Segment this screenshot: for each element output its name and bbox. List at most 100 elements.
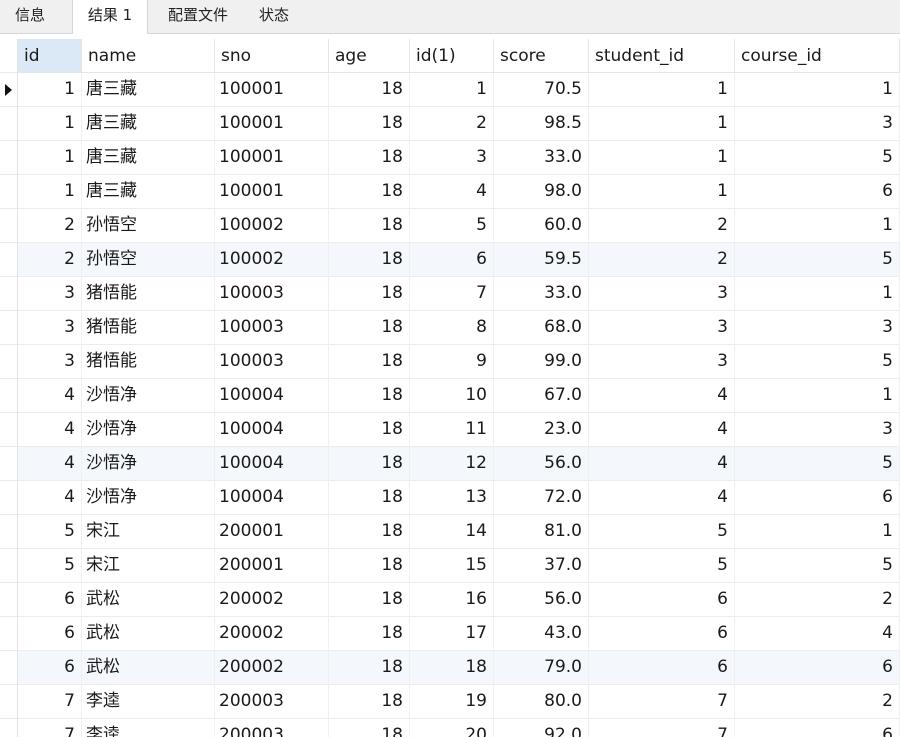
table-row[interactable]: 4 沙悟净 100004 18 12 56.0 4 5 (18, 447, 900, 481)
cell-score[interactable]: 60.0 (494, 209, 589, 243)
cell-score[interactable]: 33.0 (494, 277, 589, 311)
cell-id[interactable]: 6 (18, 651, 82, 685)
cell-age[interactable]: 18 (329, 311, 410, 345)
cell-name[interactable]: 猪悟能 (82, 311, 215, 345)
cell-score[interactable]: 59.5 (494, 243, 589, 277)
cell-id[interactable]: 6 (18, 617, 82, 651)
cell-sno[interactable]: 200002 (215, 583, 329, 617)
cell-sno[interactable]: 100003 (215, 345, 329, 379)
cell-course-id[interactable]: 5 (735, 243, 900, 277)
cell-id-1[interactable]: 10 (410, 379, 494, 413)
row-selector[interactable] (0, 379, 17, 413)
cell-sno[interactable]: 100002 (215, 243, 329, 277)
column-header-id[interactable]: id (18, 39, 82, 73)
cell-id[interactable]: 4 (18, 447, 82, 481)
cell-score[interactable]: 79.0 (494, 651, 589, 685)
column-header-student-id[interactable]: student_id (589, 39, 735, 73)
cell-student-id[interactable]: 5 (589, 549, 735, 583)
cell-sno[interactable]: 100001 (215, 73, 329, 107)
cell-id-1[interactable]: 4 (410, 175, 494, 209)
cell-course-id[interactable]: 2 (735, 685, 900, 719)
row-selector[interactable] (0, 651, 17, 685)
cell-student-id[interactable]: 6 (589, 617, 735, 651)
cell-course-id[interactable]: 1 (735, 379, 900, 413)
cell-age[interactable]: 18 (329, 481, 410, 515)
cell-age[interactable]: 18 (329, 413, 410, 447)
cell-name[interactable]: 孙悟空 (82, 243, 215, 277)
row-selector[interactable] (0, 209, 17, 243)
cell-sno[interactable]: 100004 (215, 379, 329, 413)
cell-id[interactable]: 4 (18, 413, 82, 447)
row-selector[interactable] (0, 311, 17, 345)
cell-id-1[interactable]: 17 (410, 617, 494, 651)
column-header-name[interactable]: name (82, 39, 215, 73)
row-selector[interactable] (0, 413, 17, 447)
cell-sno[interactable]: 100001 (215, 141, 329, 175)
row-selector[interactable] (0, 73, 17, 107)
cell-age[interactable]: 18 (329, 719, 410, 737)
cell-id-1[interactable]: 8 (410, 311, 494, 345)
cell-name[interactable]: 李逵 (82, 685, 215, 719)
row-selector[interactable] (0, 617, 17, 651)
cell-name[interactable]: 武松 (82, 651, 215, 685)
cell-student-id[interactable]: 6 (589, 651, 735, 685)
cell-student-id[interactable]: 3 (589, 345, 735, 379)
cell-score[interactable]: 72.0 (494, 481, 589, 515)
cell-name[interactable]: 唐三藏 (82, 141, 215, 175)
cell-name[interactable]: 猪悟能 (82, 345, 215, 379)
cell-course-id[interactable]: 3 (735, 413, 900, 447)
cell-score[interactable]: 37.0 (494, 549, 589, 583)
cell-id[interactable]: 5 (18, 549, 82, 583)
row-selector[interactable] (0, 345, 17, 379)
column-header-score[interactable]: score (494, 39, 589, 73)
cell-sno[interactable]: 200001 (215, 549, 329, 583)
cell-sno[interactable]: 100003 (215, 277, 329, 311)
table-row[interactable]: 2 孙悟空 100002 18 5 60.0 2 1 (18, 209, 900, 243)
cell-course-id[interactable]: 6 (735, 175, 900, 209)
table-row[interactable]: 1 唐三藏 100001 18 2 98.5 1 3 (18, 107, 900, 141)
cell-age[interactable]: 18 (329, 243, 410, 277)
cell-student-id[interactable]: 5 (589, 515, 735, 549)
cell-id[interactable]: 2 (18, 243, 82, 277)
row-selector[interactable] (0, 515, 17, 549)
cell-id[interactable]: 5 (18, 515, 82, 549)
row-selector[interactable] (0, 549, 17, 583)
cell-name[interactable]: 唐三藏 (82, 73, 215, 107)
table-row[interactable]: 5 宋江 200001 18 14 81.0 5 1 (18, 515, 900, 549)
row-selector[interactable] (0, 685, 17, 719)
cell-sno[interactable]: 200003 (215, 685, 329, 719)
cell-score[interactable]: 33.0 (494, 141, 589, 175)
cell-student-id[interactable]: 1 (589, 107, 735, 141)
cell-sno[interactable]: 100001 (215, 175, 329, 209)
cell-age[interactable]: 18 (329, 209, 410, 243)
cell-id[interactable]: 4 (18, 379, 82, 413)
cell-student-id[interactable]: 2 (589, 243, 735, 277)
cell-score[interactable]: 70.5 (494, 73, 589, 107)
cell-sno[interactable]: 100004 (215, 481, 329, 515)
cell-sno[interactable]: 200001 (215, 515, 329, 549)
cell-course-id[interactable]: 5 (735, 549, 900, 583)
cell-student-id[interactable]: 6 (589, 583, 735, 617)
cell-course-id[interactable]: 1 (735, 277, 900, 311)
table-row[interactable]: 4 沙悟净 100004 18 11 23.0 4 3 (18, 413, 900, 447)
table-row[interactable]: 3 猪悟能 100003 18 9 99.0 3 5 (18, 345, 900, 379)
cell-id[interactable]: 7 (18, 685, 82, 719)
cell-id-1[interactable]: 2 (410, 107, 494, 141)
cell-id-1[interactable]: 1 (410, 73, 494, 107)
table-row[interactable]: 1 唐三藏 100001 18 3 33.0 1 5 (18, 141, 900, 175)
cell-student-id[interactable]: 7 (589, 719, 735, 737)
cell-id[interactable]: 1 (18, 175, 82, 209)
row-selector[interactable] (0, 719, 17, 737)
cell-age[interactable]: 18 (329, 515, 410, 549)
cell-course-id[interactable]: 3 (735, 311, 900, 345)
table-row[interactable]: 6 武松 200002 18 16 56.0 6 2 (18, 583, 900, 617)
cell-student-id[interactable]: 4 (589, 379, 735, 413)
cell-age[interactable]: 18 (329, 685, 410, 719)
cell-id-1[interactable]: 7 (410, 277, 494, 311)
cell-course-id[interactable]: 6 (735, 719, 900, 737)
cell-score[interactable]: 81.0 (494, 515, 589, 549)
cell-course-id[interactable]: 4 (735, 617, 900, 651)
cell-age[interactable]: 18 (329, 379, 410, 413)
row-selector[interactable] (0, 447, 17, 481)
cell-name[interactable]: 沙悟净 (82, 481, 215, 515)
